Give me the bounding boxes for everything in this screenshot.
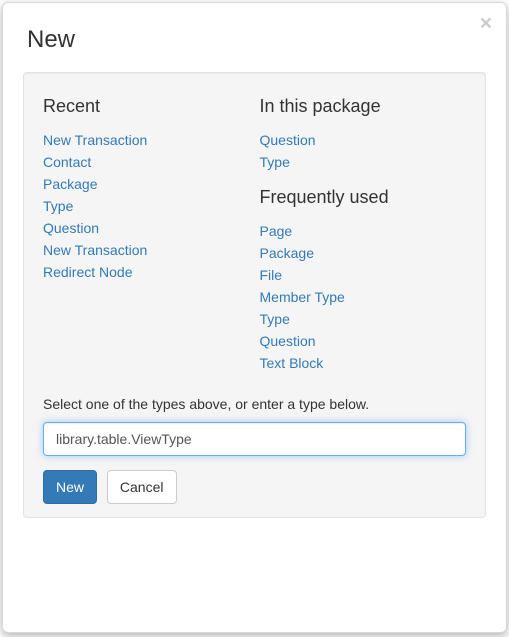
recent-item[interactable]: Package xyxy=(43,176,97,192)
frequent-item[interactable]: Type xyxy=(260,311,290,327)
frequent-item[interactable]: Package xyxy=(260,245,314,261)
type-name-input[interactable] xyxy=(43,422,466,456)
col-recent: Recent New Transaction Contact Package T… xyxy=(43,92,250,382)
frequent-item[interactable]: Question xyxy=(260,333,316,349)
frequent-item[interactable]: Member Type xyxy=(260,289,345,305)
in-package-heading: In this package xyxy=(260,96,467,117)
dialog-title: New xyxy=(27,26,486,54)
recent-list: New Transaction Contact Package Type Que… xyxy=(43,129,250,283)
type-columns: Recent New Transaction Contact Package T… xyxy=(43,92,466,382)
recent-item[interactable]: Contact xyxy=(43,154,91,170)
new-dialog: × New Recent New Transaction Contact Pac… xyxy=(2,2,507,633)
button-row: New Cancel xyxy=(43,470,466,504)
recent-item[interactable]: Redirect Node xyxy=(43,264,133,280)
frequent-item[interactable]: Text Block xyxy=(260,355,324,371)
cancel-button[interactable]: Cancel xyxy=(107,470,177,504)
recent-item[interactable]: New Transaction xyxy=(43,132,147,148)
dialog-body: Recent New Transaction Contact Package T… xyxy=(23,72,486,518)
recent-heading: Recent xyxy=(43,96,250,117)
in-package-item[interactable]: Type xyxy=(260,154,290,170)
in-package-item[interactable]: Question xyxy=(260,132,316,148)
frequent-heading: Frequently used xyxy=(260,187,467,208)
frequent-item[interactable]: Page xyxy=(260,223,293,239)
new-button[interactable]: New xyxy=(43,470,97,504)
hint-text: Select one of the types above, or enter … xyxy=(43,396,466,412)
recent-item[interactable]: Type xyxy=(43,198,73,214)
close-icon[interactable]: × xyxy=(480,13,492,34)
in-package-list: Question Type xyxy=(260,129,467,173)
frequent-list: Page Package File Member Type Type Quest… xyxy=(260,220,467,374)
recent-item[interactable]: New Transaction xyxy=(43,242,147,258)
frequent-item[interactable]: File xyxy=(260,267,283,283)
col-right: In this package Question Type Frequently… xyxy=(260,92,467,382)
recent-item[interactable]: Question xyxy=(43,220,99,236)
